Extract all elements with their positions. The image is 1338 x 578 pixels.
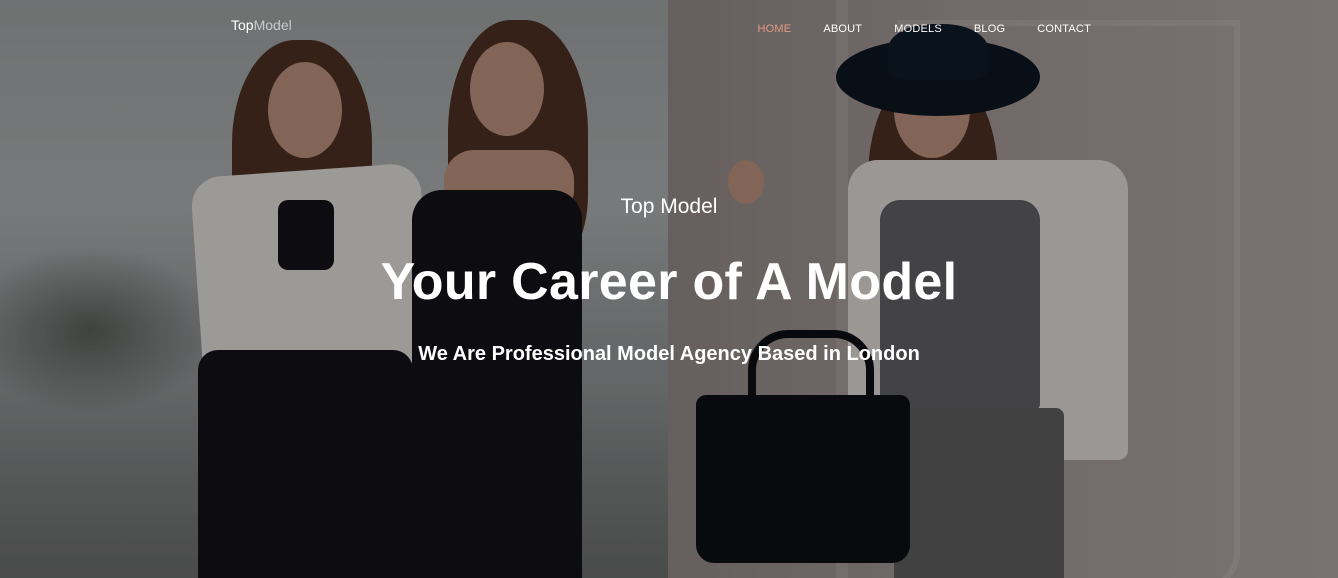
top-navbar: TopModel HOME ABOUT MODELS BLOG CONTACT [0,0,1338,52]
brand-logo-part-top: Top [231,17,254,33]
nav-item-about: ABOUT [823,19,862,37]
brand-logo[interactable]: TopModel [231,17,292,33]
nav-link-about[interactable]: ABOUT [823,23,862,35]
nav-item-models: MODELS [894,19,942,37]
hero-section: TopModel HOME ABOUT MODELS BLOG CONTACT … [0,0,1338,578]
nav-link-blog[interactable]: BLOG [974,23,1005,35]
nav-item-contact: CONTACT [1037,19,1091,37]
nav-link-contact[interactable]: CONTACT [1037,23,1091,35]
nav-item-home: HOME [758,19,792,37]
nav-link-models[interactable]: MODELS [894,23,942,35]
nav-link-home[interactable]: HOME [758,23,792,35]
hero-subtitle: We Are Professional Model Agency Based i… [418,343,920,365]
hero-title: Your Career of A Model [380,253,958,311]
hero-kicker: Top Model [620,195,718,218]
nav-menu: HOME ABOUT MODELS BLOG CONTACT [758,19,1092,37]
brand-logo-part-model: Model [253,17,292,33]
nav-item-blog: BLOG [974,19,1005,37]
